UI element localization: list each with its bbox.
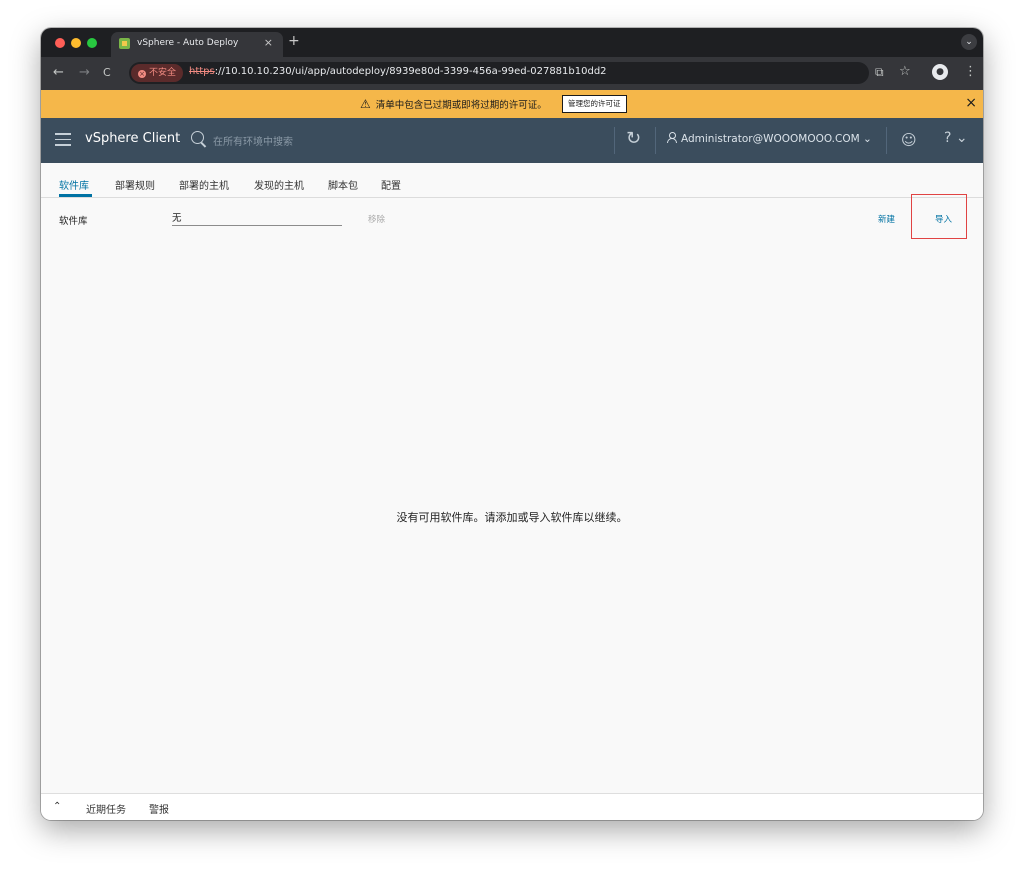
- profile-avatar[interactable]: ●: [932, 64, 948, 80]
- search-icon: [191, 131, 204, 144]
- software-depot-select[interactable]: 无: [172, 210, 342, 226]
- remove-button[interactable]: 移除: [368, 213, 385, 225]
- hamburger-menu-icon[interactable]: [55, 133, 71, 146]
- search-placeholder: 在所有环境中搜索: [213, 137, 293, 148]
- bookmark-star-icon[interactable]: ☆: [899, 64, 911, 79]
- url-text[interactable]: https://10.10.10.230/ui/app/autodeploy/8…: [189, 66, 607, 77]
- header-divider: [614, 127, 615, 154]
- brand-title[interactable]: vSphere Client: [85, 131, 180, 146]
- banner-message-row: ⚠ 清单中包含已过期或即将过期的许可证。: [360, 97, 547, 111]
- browser-toolbar: ← → C × 不安全 https://10.10.10.230/ui/app/a…: [41, 57, 983, 90]
- banner-message: 清单中包含已过期或即将过期的许可证。: [375, 100, 547, 111]
- tab-deploy-rules[interactable]: 部署规则: [115, 177, 155, 192]
- back-arrow-icon[interactable]: ←: [53, 65, 64, 80]
- banner-close-icon[interactable]: ×: [965, 95, 977, 111]
- vsphere-favicon-icon: [119, 38, 130, 49]
- user-icon: [667, 132, 677, 143]
- tab-script-bundles[interactable]: 脚本包: [328, 177, 358, 192]
- browser-tab[interactable]: vSphere - Auto Deploy ×: [111, 32, 283, 57]
- license-warning-banner: ⚠ 清单中包含已过期或即将过期的许可证。 管理您的许可证 ×: [41, 90, 983, 118]
- new-tab-button[interactable]: +: [288, 33, 300, 49]
- manage-licenses-button[interactable]: 管理您的许可证: [562, 95, 627, 113]
- close-tab-icon[interactable]: ×: [264, 36, 273, 49]
- empty-state-message: 没有可用软件库。请添加或导入软件库以继续。: [396, 511, 628, 524]
- autodeploy-tabs: 软件库 部署规则 部署的主机 发现的主机 脚本包 配置: [41, 163, 983, 198]
- refresh-icon[interactable]: ↻: [626, 128, 641, 149]
- warning-triangle-icon: ⚠: [360, 97, 371, 111]
- tab-discovered-hosts[interactable]: 发现的主机: [254, 177, 304, 192]
- translate-icon[interactable]: ⧉: [875, 65, 884, 80]
- alarms-tab[interactable]: 警报: [149, 801, 169, 816]
- user-menu[interactable]: Administrator@WOOOMOOO.COM ⌄: [667, 132, 872, 145]
- tab-deployed-hosts[interactable]: 部署的主机: [179, 177, 229, 192]
- expand-chevron-icon[interactable]: ⌃: [53, 801, 61, 812]
- tab-title: vSphere - Auto Deploy: [137, 38, 239, 48]
- close-window-button[interactable]: [55, 38, 65, 48]
- browser-window: vSphere - Auto Deploy × + ⌄ ← → C × 不安全 h…: [41, 28, 983, 820]
- minimize-window-button[interactable]: [71, 38, 81, 48]
- software-depot-value: 无: [172, 213, 182, 224]
- address-bar[interactable]: × 不安全 https://10.10.10.230/ui/app/autodep…: [129, 62, 869, 84]
- tab-configure[interactable]: 配置: [381, 177, 401, 192]
- security-label: 不安全: [149, 68, 177, 78]
- software-depot-label: 软件库: [59, 216, 88, 227]
- tab-search-button[interactable]: ⌄: [961, 34, 977, 50]
- browser-menu-icon[interactable]: ⋮: [964, 64, 977, 79]
- not-secure-icon: ×: [138, 70, 146, 78]
- tab-software-depots[interactable]: 软件库: [59, 177, 89, 192]
- header-divider: [655, 127, 656, 154]
- header-divider: [886, 127, 887, 154]
- help-menu-icon[interactable]: ? ⌄: [944, 130, 968, 146]
- security-chip[interactable]: × 不安全: [131, 64, 184, 82]
- import-button[interactable]: 导入: [935, 213, 952, 225]
- url-path: ://10.10.10.230/ui/app/autodeploy/8939e8…: [214, 66, 607, 77]
- url-scheme: https: [189, 66, 215, 77]
- bottom-panel: ⌃ 近期任务 警报: [41, 793, 983, 820]
- feedback-smiley-icon[interactable]: ☺: [901, 131, 917, 149]
- new-button[interactable]: 新建: [878, 213, 895, 225]
- reload-icon[interactable]: C: [103, 66, 111, 79]
- user-name: Administrator@WOOOMOOO.COM ⌄: [681, 133, 872, 145]
- active-tab-indicator: [59, 194, 92, 197]
- zoom-window-button[interactable]: [87, 38, 97, 48]
- forward-arrow-icon[interactable]: →: [79, 65, 90, 80]
- app-header: vSphere Client 在所有环境中搜索 ↻ Administrator@…: [41, 118, 983, 163]
- tab-strip: vSphere - Auto Deploy × + ⌄: [41, 28, 983, 57]
- global-search[interactable]: 在所有环境中搜索: [191, 129, 391, 151]
- recent-tasks-tab[interactable]: 近期任务: [86, 801, 126, 816]
